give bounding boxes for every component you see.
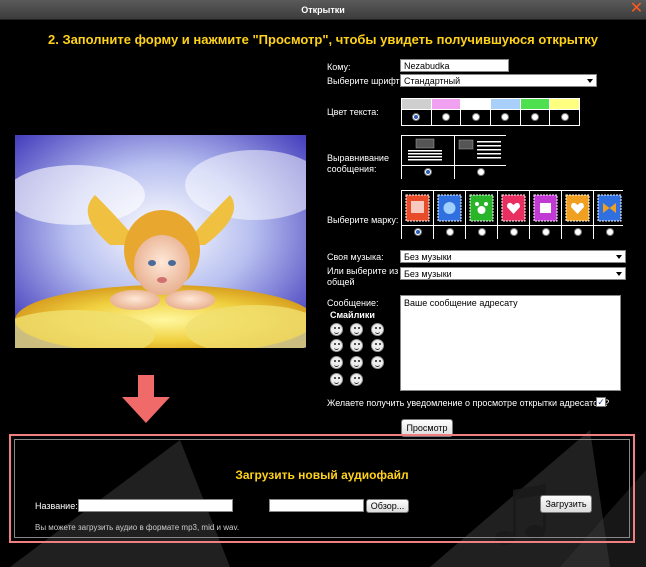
- stamp-option: [562, 191, 593, 225]
- color-swatch: [461, 99, 490, 109]
- color-swatch: [490, 99, 520, 109]
- to-input[interactable]: Nezabudka: [400, 59, 509, 72]
- stamp-radio[interactable]: [413, 228, 422, 236]
- stamp-option: [434, 191, 465, 225]
- color-swatch: [550, 99, 579, 109]
- upload-hint: Вы можете загрузить аудио в формате mp3,…: [35, 523, 240, 532]
- smiley-icon[interactable]: [371, 323, 384, 336]
- page-heading: 2. Заполните форму и нажмите "Просмотр",…: [47, 32, 599, 47]
- notify-label: Желаете получить уведомление о просмотре…: [327, 398, 610, 408]
- stamp-option: [466, 191, 497, 225]
- align-right-option: [455, 136, 507, 165]
- browse-button[interactable]: Обзор...: [366, 499, 409, 513]
- stamp-radio[interactable]: [541, 228, 550, 236]
- color-radio[interactable]: [560, 113, 569, 121]
- stamp-option: [402, 191, 433, 225]
- postcard-image: [15, 135, 306, 348]
- upload-inner-frame: Загрузить новый аудиофайл Название: Обзо…: [14, 439, 630, 538]
- chevron-down-icon: [616, 255, 622, 259]
- upload-name-label: Название:: [35, 501, 78, 511]
- align-radio[interactable]: [477, 168, 485, 176]
- stamp-option: [594, 191, 625, 225]
- align-radio[interactable]: [424, 168, 432, 176]
- color-radio[interactable]: [471, 113, 480, 121]
- smiley-icon[interactable]: [330, 356, 343, 369]
- stamp-radio[interactable]: [573, 228, 582, 236]
- close-icon[interactable]: ✕: [629, 1, 644, 17]
- stamp-radio[interactable]: [445, 228, 454, 236]
- font-select[interactable]: Стандартный: [400, 74, 597, 87]
- smiley-icon[interactable]: [350, 373, 363, 386]
- chevron-down-icon: [587, 79, 593, 83]
- smiley-icon[interactable]: [350, 323, 363, 336]
- to-label: Кому:: [327, 62, 351, 72]
- align-label: Выравнивание сообщения:: [327, 153, 389, 174]
- upload-title: Загрузить новый аудиофайл: [235, 468, 409, 482]
- upload-section: Загрузить новый аудиофайл Название: Обзо…: [9, 434, 635, 543]
- smiley-icon[interactable]: [350, 339, 363, 352]
- chevron-down-icon: [616, 272, 622, 276]
- smiley-icon[interactable]: [330, 323, 343, 336]
- font-select-value: Стандартный: [404, 76, 461, 86]
- color-radio[interactable]: [412, 113, 421, 121]
- upload-name-input[interactable]: [78, 499, 233, 512]
- align-left-option: [402, 136, 454, 165]
- stamp-radio[interactable]: [477, 228, 486, 236]
- smiley-icon[interactable]: [330, 373, 343, 386]
- color-picker: [401, 98, 580, 126]
- message-textarea[interactable]: Ваше сообщение адресату: [400, 295, 621, 391]
- message-label: Сообщение:: [327, 298, 379, 308]
- smiley-icon[interactable]: [350, 356, 363, 369]
- music2-select-value: Без музыки: [404, 269, 452, 279]
- music-select-value: Без музыки: [404, 252, 452, 262]
- font-label: Выберите шрифт:: [327, 76, 403, 86]
- align-picker: [401, 135, 507, 179]
- window-title: Открытки: [301, 5, 345, 15]
- notify-checkbox[interactable]: ✓: [596, 397, 606, 407]
- music-label: Своя музыка:: [327, 252, 384, 262]
- stamp-option: [530, 191, 561, 225]
- smiley-icon[interactable]: [371, 356, 384, 369]
- stamp-picker: [401, 190, 625, 239]
- arrow-down-icon: [122, 375, 170, 423]
- upload-file-input[interactable]: [269, 499, 364, 512]
- smiley-icon[interactable]: [371, 339, 384, 352]
- stamp-option: [498, 191, 529, 225]
- color-swatch: [402, 99, 431, 109]
- music2-select[interactable]: Без музыки: [400, 267, 626, 280]
- smileys-label: Смайлики: [330, 310, 375, 320]
- stamp-radio[interactable]: [509, 228, 518, 236]
- smiley-icon[interactable]: [330, 339, 343, 352]
- stamp-label: Выберите марку:: [327, 215, 399, 225]
- window-titlebar: Открытки ✕: [0, 0, 646, 20]
- color-swatch: [431, 99, 461, 109]
- color-swatch: [520, 99, 550, 109]
- color-radio[interactable]: [501, 113, 510, 121]
- music-select[interactable]: Без музыки: [400, 250, 626, 263]
- music2-label: Или выберите из общей: [327, 266, 399, 287]
- color-label: Цвет текста:: [327, 107, 379, 117]
- color-radio[interactable]: [441, 113, 450, 121]
- upload-button[interactable]: Загрузить: [540, 495, 592, 513]
- stamp-radio[interactable]: [605, 228, 614, 236]
- color-radio[interactable]: [530, 113, 539, 121]
